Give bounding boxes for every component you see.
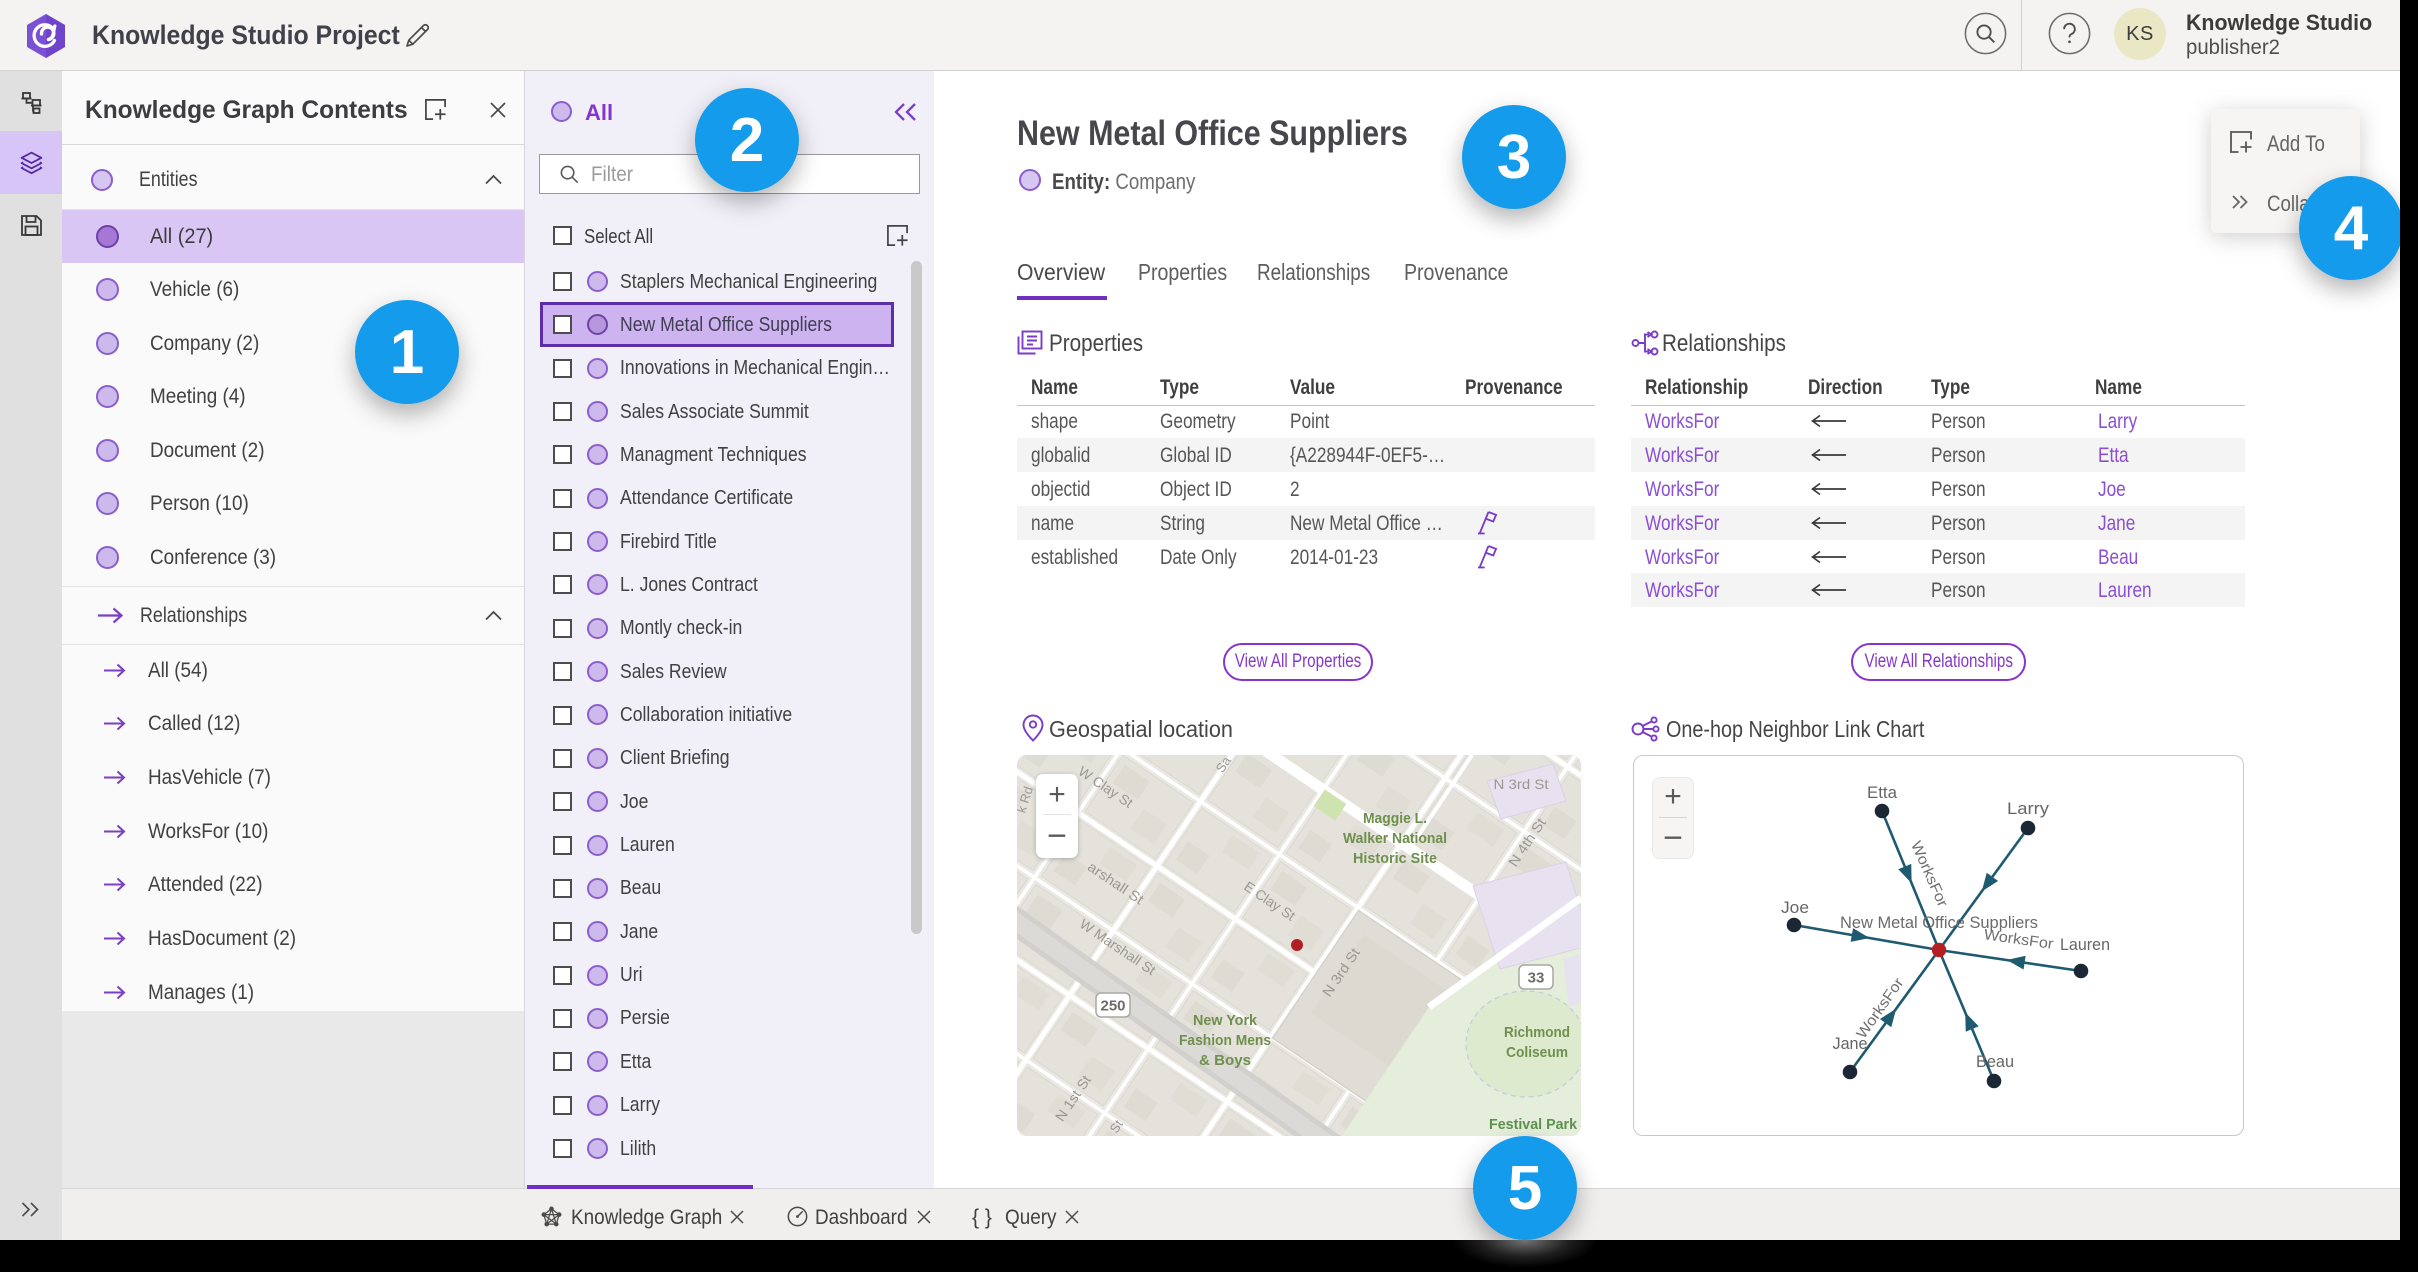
svg-text:33: 33 xyxy=(1528,970,1545,987)
svg-text:Festival Park: Festival Park xyxy=(1489,1116,1578,1133)
svg-text:250: 250 xyxy=(1100,998,1125,1015)
svg-text:WorksFor: WorksFor xyxy=(1907,839,1951,910)
svg-text:Larry: Larry xyxy=(2007,799,2050,818)
svg-text:Walker National: Walker National xyxy=(1343,830,1447,847)
svg-text:New York: New York xyxy=(1193,1012,1258,1029)
svg-text:Etta: Etta xyxy=(1867,783,1898,802)
svg-text:Joe: Joe xyxy=(1781,898,1809,917)
svg-text:Richmond: Richmond xyxy=(1504,1024,1570,1041)
svg-text:Lauren: Lauren xyxy=(2060,935,2110,954)
svg-text:WorksFor: WorksFor xyxy=(1983,926,2055,953)
svg-text:N 3rd St: N 3rd St xyxy=(1494,776,1549,792)
svg-text:& Boys: & Boys xyxy=(1199,1052,1251,1069)
svg-text:Fashion Mens: Fashion Mens xyxy=(1179,1032,1271,1049)
svg-text:Historic Site: Historic Site xyxy=(1353,850,1437,867)
svg-text:Coliseum: Coliseum xyxy=(1506,1044,1568,1061)
svg-text:Beau: Beau xyxy=(1976,1052,2014,1071)
svg-text:Maggie L.: Maggie L. xyxy=(1363,810,1427,827)
